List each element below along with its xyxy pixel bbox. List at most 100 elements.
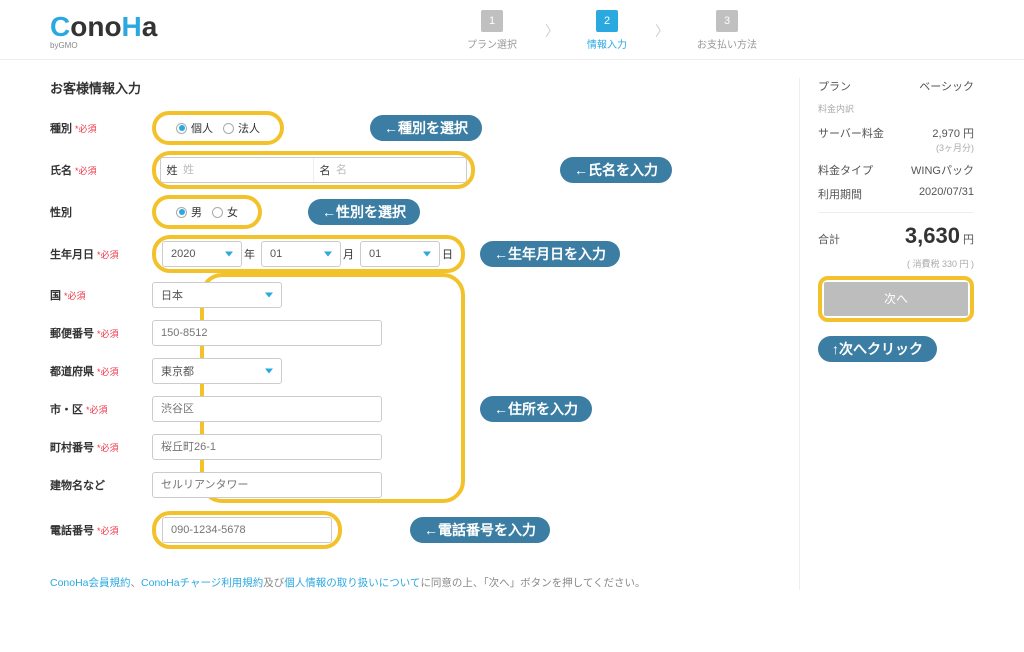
annotation-next: ↑次へクリック xyxy=(818,336,937,362)
summary-total-value: 3,630 xyxy=(905,223,960,248)
logo-sub: byGMO xyxy=(50,41,250,50)
required-mark: *必須 xyxy=(64,291,86,301)
label-country: 国 xyxy=(50,290,61,302)
summary-server-label: サーバー料金 xyxy=(818,125,884,154)
summary-breakdown-label: 料金内訳 xyxy=(818,102,974,115)
step-badge: 1 xyxy=(481,10,503,32)
select-value: 日本 xyxy=(161,287,183,303)
label-phone: 電話番号 xyxy=(50,525,94,537)
terms-link-1[interactable]: ConoHa会員規約 xyxy=(50,577,131,589)
name-input-group: 姓 名 xyxy=(160,157,467,183)
summary-server-note: (3ヶ月分) xyxy=(936,143,974,153)
step-label: 情報入力 xyxy=(587,36,627,51)
progress-steps: 1 プラン選択 〉 2 情報入力 〉 3 お支払い方法 xyxy=(467,10,757,51)
label-birth: 生年月日 xyxy=(50,249,94,261)
logo: ConoHa byGMO xyxy=(50,11,250,50)
next-button[interactable]: 次へ xyxy=(824,282,968,316)
summary-paytype-label: 料金タイプ xyxy=(818,162,873,178)
required-mark: *必須 xyxy=(86,405,108,415)
birth-day-select[interactable]: 01 xyxy=(360,241,440,267)
label-gender: 性別 xyxy=(50,207,72,219)
radio-corporate[interactable] xyxy=(223,123,234,134)
country-select[interactable]: 日本 xyxy=(152,282,282,308)
unit-year: 年 xyxy=(244,246,255,262)
summary-panel: プラン ベーシック 料金内訳 サーバー料金 2,970 円 (3ヶ月分) 料金タイプ… xyxy=(799,78,974,590)
phone-input[interactable] xyxy=(162,517,332,543)
zip-input[interactable] xyxy=(152,320,382,346)
radio-label: 男 xyxy=(191,204,202,220)
annotation-phone: ←電話番号を入力 xyxy=(410,517,550,543)
annotation-name: ←氏名を入力 xyxy=(560,157,672,183)
lastname-input[interactable] xyxy=(183,158,313,182)
label-mei: 名 xyxy=(314,162,336,178)
summary-total-label: 合計 xyxy=(818,231,840,247)
summary-period-label: 利用期間 xyxy=(818,186,862,202)
summary-server-value: 2,970 円 xyxy=(932,128,974,140)
label-sei: 姓 xyxy=(161,162,183,178)
terms-link-3[interactable]: 個人情報の取り扱いについて xyxy=(284,577,420,589)
label-pref: 都道府県 xyxy=(50,366,94,378)
summary-total-unit: 円 xyxy=(963,234,974,246)
select-value: 01 xyxy=(369,248,381,260)
summary-period-value: 2020/07/31 xyxy=(919,186,974,202)
radio-label: 個人 xyxy=(191,120,213,136)
radio-label: 女 xyxy=(227,204,238,220)
annotation-birth: ←生年月日を入力 xyxy=(480,241,620,267)
firstname-input[interactable] xyxy=(336,158,466,182)
annotation-address: ←住所を入力 xyxy=(480,396,592,422)
birth-year-select[interactable]: 2020 xyxy=(162,241,242,267)
label-building: 建物名など xyxy=(50,480,105,492)
summary-plan-value: ベーシック xyxy=(919,78,974,94)
step-label: プラン選択 xyxy=(467,36,517,51)
city-input[interactable] xyxy=(152,396,382,422)
annotation-gender: ←性別を選択 xyxy=(308,199,420,225)
select-value: 東京都 xyxy=(161,363,194,379)
chevron-right-icon: 〉 xyxy=(545,21,559,41)
type-radio-group[interactable]: 個人 法人 xyxy=(162,117,274,139)
select-value: 01 xyxy=(270,248,282,260)
required-mark: *必須 xyxy=(97,250,119,260)
chevron-right-icon: 〉 xyxy=(655,21,669,41)
building-input[interactable] xyxy=(152,472,382,498)
agreement-note: ConoHa会員規約、ConoHaチャージ利用規約及び個人情報の取り扱いについて… xyxy=(50,575,769,590)
step-label: お支払い方法 xyxy=(697,36,757,51)
prefecture-select[interactable]: 東京都 xyxy=(152,358,282,384)
caret-down-icon xyxy=(265,293,273,298)
label-zip: 郵便番号 xyxy=(50,328,94,340)
header: ConoHa byGMO 1 プラン選択 〉 2 情報入力 〉 3 お支払い方法 xyxy=(0,0,1024,60)
summary-tax-note: ( 消費税 330 円 ) xyxy=(818,257,974,270)
caret-down-icon xyxy=(324,252,332,257)
form: お客様情報入力 種別*必須 個人 法人 ←種別を選択 氏名*必須 姓 xyxy=(50,78,769,590)
required-mark: *必須 xyxy=(97,367,119,377)
caret-down-icon xyxy=(225,252,233,257)
label-city: 市・区 xyxy=(50,404,83,416)
radio-label: 法人 xyxy=(238,120,260,136)
required-mark: *必須 xyxy=(75,124,97,134)
step-2: 2 情報入力 xyxy=(587,10,627,51)
caret-down-icon xyxy=(265,369,273,374)
required-mark: *必須 xyxy=(97,443,119,453)
required-mark: *必須 xyxy=(97,329,119,339)
annotation-type: ←種別を選択 xyxy=(370,115,482,141)
required-mark: *必須 xyxy=(97,526,119,536)
summary-plan-label: プラン xyxy=(818,78,851,94)
step-badge: 3 xyxy=(716,10,738,32)
step-badge: 2 xyxy=(596,10,618,32)
required-mark: *必須 xyxy=(75,166,97,176)
label-name: 氏名 xyxy=(50,165,72,177)
radio-female[interactable] xyxy=(212,207,223,218)
label-type: 種別 xyxy=(50,123,72,135)
birth-month-select[interactable]: 01 xyxy=(261,241,341,267)
radio-individual[interactable] xyxy=(176,123,187,134)
terms-link-2[interactable]: ConoHaチャージ利用規約 xyxy=(141,577,263,589)
radio-male[interactable] xyxy=(176,207,187,218)
caret-down-icon xyxy=(423,252,431,257)
unit-day: 日 xyxy=(442,246,453,262)
select-value: 2020 xyxy=(171,248,195,260)
street-input[interactable] xyxy=(152,434,382,460)
unit-month: 月 xyxy=(343,246,354,262)
label-street: 町村番号 xyxy=(50,442,94,454)
summary-paytype-value: WINGパック xyxy=(911,162,974,178)
step-1: 1 プラン選択 xyxy=(467,10,517,51)
gender-radio-group[interactable]: 男 女 xyxy=(162,201,252,223)
